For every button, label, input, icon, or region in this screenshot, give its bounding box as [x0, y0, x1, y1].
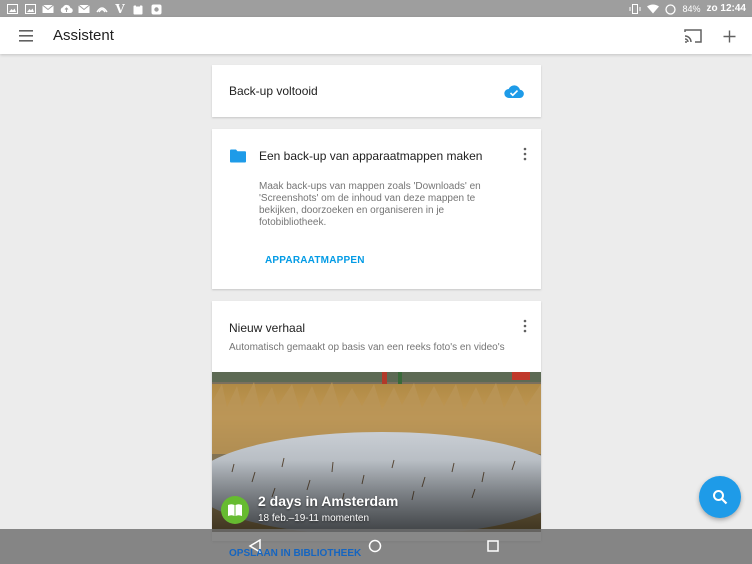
folder-icon: [230, 149, 246, 163]
clock: zo 12:44: [706, 3, 746, 14]
cloud-upload-icon: [60, 4, 73, 14]
story-subtitle: 18 feb.–19-11 momenten: [258, 513, 370, 524]
wifi-icon: [646, 4, 659, 14]
card-title: Nieuw verhaal: [229, 321, 306, 335]
menu-button[interactable]: [16, 26, 38, 46]
card-description: Maak back-ups van mappen zoals 'Download…: [259, 181, 481, 228]
hamburger-icon: [19, 30, 33, 42]
backup-done-card[interactable]: Back-up voltooid: [212, 65, 541, 117]
image-icon: [6, 3, 18, 14]
cloud-done-icon: [504, 85, 524, 99]
save-to-library-button[interactable]: OPSLAAN IN BIBLIOTHEEK: [229, 548, 361, 559]
v-icon: V: [115, 1, 125, 16]
home-icon[interactable]: [368, 539, 382, 553]
app-bar: Assistent: [0, 17, 752, 54]
card-title: Een back-up van apparaatmappen maken: [259, 149, 483, 163]
system-status: 84% zo 12:44: [629, 3, 746, 15]
battery-percent: 84%: [682, 3, 701, 14]
cast-button[interactable]: [682, 26, 704, 46]
add-button[interactable]: [718, 25, 740, 47]
cast-icon: [684, 29, 702, 43]
search-fab[interactable]: [699, 476, 741, 518]
new-story-card: Nieuw verhaal Automatisch gemaakt op bas…: [212, 301, 541, 541]
backup-status-label: Back-up voltooid: [229, 84, 318, 98]
plus-icon: [723, 30, 735, 42]
device-folders-card: Een back-up van apparaatmappen maken Maa…: [212, 129, 541, 289]
recent-apps-icon[interactable]: [487, 540, 499, 552]
book-icon: [228, 504, 242, 516]
photos-icon: [150, 4, 162, 14]
more-vert-icon[interactable]: [520, 319, 530, 333]
device-folders-button[interactable]: APPARAATMAPPEN: [265, 255, 365, 266]
battery-icon: [665, 3, 677, 15]
navigation-bar: [0, 529, 752, 564]
clipboard-icon: [132, 4, 144, 14]
story-title: 2 days in Amsterdam: [258, 493, 399, 509]
story-cover-photo[interactable]: 2 days in Amsterdam 18 feb.–19-11 moment…: [212, 372, 541, 532]
status-bar: V 84% zo 12:44: [0, 0, 752, 17]
search-icon: [713, 490, 728, 505]
card-description: Automatisch gemaakt op basis van een ree…: [229, 342, 505, 353]
notification-icons: V: [6, 0, 162, 17]
mail-icon: [78, 4, 90, 14]
more-vert-icon[interactable]: [520, 147, 530, 161]
vibrate-icon: [629, 3, 641, 14]
image-icon: [24, 3, 36, 14]
signal-icon: [96, 4, 108, 14]
story-badge: [221, 496, 249, 524]
mail-icon: [42, 4, 54, 14]
page-title: Assistent: [53, 27, 114, 44]
